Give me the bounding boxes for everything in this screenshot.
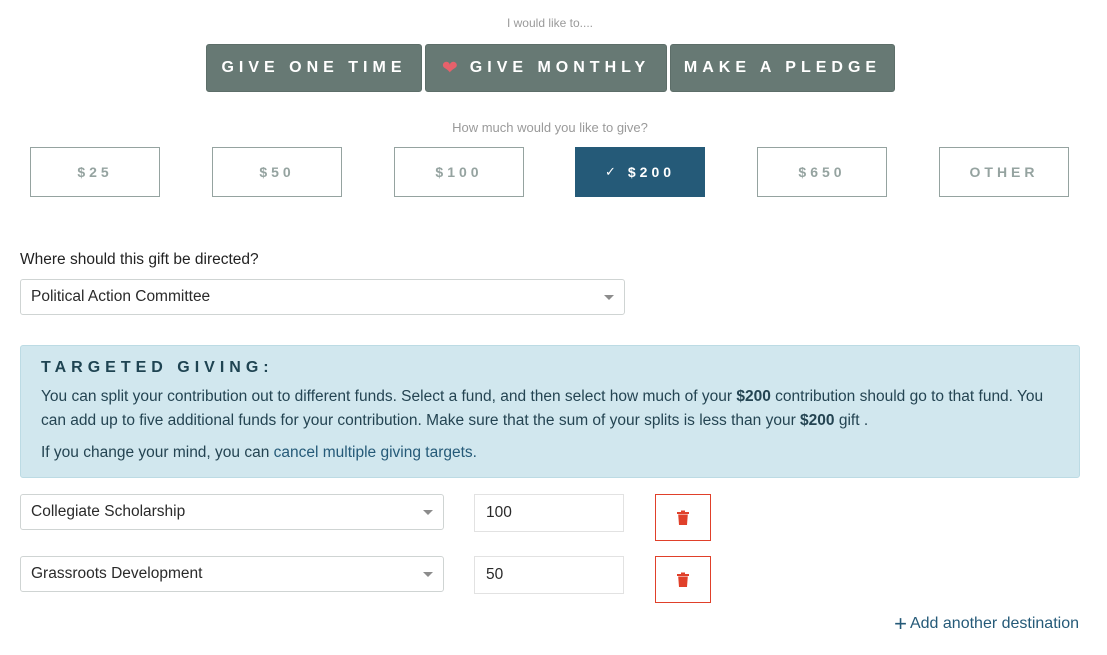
description-text: gift . bbox=[834, 412, 869, 429]
amount-prompt: How much would you like to give? bbox=[452, 120, 648, 135]
targeted-giving-heading: TARGETED GIVING: bbox=[41, 359, 274, 376]
amount-label: $25 bbox=[77, 164, 113, 180]
amount-option-50[interactable]: $50 bbox=[212, 147, 342, 197]
fund-select-value: Grassroots Development bbox=[31, 565, 203, 582]
split-amount-input[interactable] bbox=[474, 494, 624, 532]
trash-icon bbox=[677, 510, 689, 525]
targeted-giving-panel: TARGETED GIVING: You can split your cont… bbox=[20, 345, 1080, 478]
plus-icon: + bbox=[894, 611, 907, 636]
add-destination-link[interactable]: + Add another destination bbox=[894, 613, 1079, 635]
chevron-down-icon bbox=[604, 295, 614, 300]
amount-label: $50 bbox=[259, 164, 295, 180]
fund-select-value: Collegiate Scholarship bbox=[31, 503, 186, 520]
split-row: Collegiate Scholarship bbox=[20, 494, 720, 542]
amount-option-100[interactable]: $100 bbox=[394, 147, 524, 197]
amount-option-other[interactable]: OTHER bbox=[939, 147, 1069, 197]
give-one-time-button[interactable]: GIVE ONE TIME bbox=[206, 44, 422, 92]
direction-select-value: Political Action Committee bbox=[31, 288, 211, 305]
chevron-down-icon bbox=[423, 572, 433, 577]
cancel-multiple-targets-link[interactable]: cancel multiple giving targets. bbox=[274, 444, 477, 461]
heart-icon: ❤ bbox=[441, 57, 458, 79]
description-text: You can split your contribution out to d… bbox=[41, 388, 737, 405]
amount-label: $650 bbox=[798, 164, 846, 180]
add-destination-label: Add another destination bbox=[909, 615, 1079, 632]
direction-label: Where should this gift be directed? bbox=[20, 251, 259, 268]
give-type-selector: GIVE ONE TIME ❤ GIVE MONTHLY MAKE A PLED… bbox=[206, 44, 895, 92]
make-a-pledge-button[interactable]: MAKE A PLEDGE bbox=[670, 44, 895, 92]
amount-label: OTHER bbox=[969, 164, 1039, 180]
amount-option-200[interactable]: ✓ $200 bbox=[575, 147, 705, 197]
split-row: Grassroots Development bbox=[20, 556, 720, 604]
amount-option-25[interactable]: $25 bbox=[30, 147, 160, 197]
delete-split-button[interactable] bbox=[655, 494, 711, 541]
amount-option-650[interactable]: $650 bbox=[757, 147, 887, 197]
give-one-time-label: GIVE ONE TIME bbox=[221, 59, 407, 76]
give-type-prompt: I would like to.... bbox=[506, 16, 594, 30]
give-monthly-button[interactable]: ❤ GIVE MONTHLY bbox=[425, 44, 667, 92]
delete-split-button[interactable] bbox=[655, 556, 711, 603]
fund-select[interactable]: Grassroots Development bbox=[20, 556, 444, 592]
direction-select[interactable]: Political Action Committee bbox=[20, 279, 625, 315]
cancel-note-text: If you change your mind, you can bbox=[41, 444, 274, 461]
gift-amount: $200 bbox=[736, 388, 771, 405]
give-monthly-label: GIVE MONTHLY bbox=[469, 59, 651, 76]
targeted-giving-description: You can split your contribution out to d… bbox=[41, 385, 1059, 433]
chevron-down-icon bbox=[423, 510, 433, 515]
split-amount-input[interactable] bbox=[474, 556, 624, 594]
amount-label: $200 bbox=[627, 164, 676, 180]
check-icon: ✓ bbox=[604, 164, 616, 179]
trash-icon bbox=[677, 572, 689, 587]
gift-amount: $200 bbox=[800, 412, 835, 429]
cancel-note: If you change your mind, you can cancel … bbox=[41, 441, 1059, 465]
amount-label: $100 bbox=[435, 164, 483, 180]
make-a-pledge-label: MAKE A PLEDGE bbox=[683, 59, 882, 76]
fund-select[interactable]: Collegiate Scholarship bbox=[20, 494, 444, 530]
